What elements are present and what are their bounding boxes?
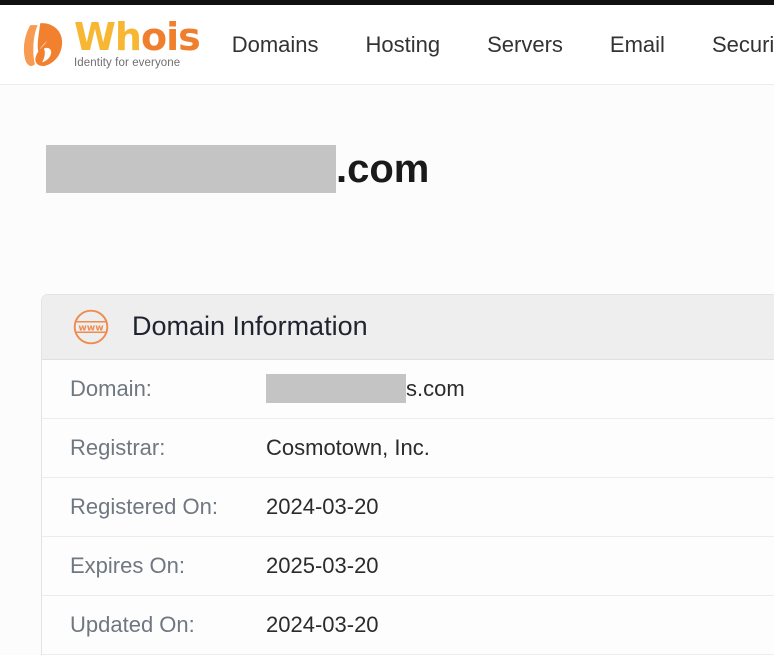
page-title-tld: .com <box>336 146 430 191</box>
nav-item-hosting[interactable]: Hosting <box>366 32 441 58</box>
info-label-registrar: Registrar: <box>70 434 166 460</box>
redacted-domain-name <box>46 144 336 193</box>
card-body: Domain: s.com Registrar: Cosmotown, Inc.… <box>42 359 774 655</box>
info-value-registrar: Cosmotown, Inc. <box>266 434 430 460</box>
nav-item-domains[interactable]: Domains <box>232 32 319 58</box>
card-header: www Domain Information <box>42 294 774 360</box>
info-row-registrar: Registrar: Cosmotown, Inc. <box>42 419 774 478</box>
whois-logo[interactable]: Whois Identity for everyone <box>14 16 201 74</box>
logo-wordmark: Whois <box>74 18 201 56</box>
info-value-registered-on: 2024-03-20 <box>266 493 379 519</box>
www-globe-icon: www <box>68 304 114 350</box>
page-body: .com www Domain Information Domain: s.co… <box>0 111 774 655</box>
info-value-updated-on: 2024-03-20 <box>266 611 379 637</box>
nav-item-security[interactable]: Securit <box>712 32 774 58</box>
card-title: Domain Information <box>132 311 368 342</box>
hand-swoosh-icon <box>14 16 72 74</box>
info-value-domain: s.com <box>266 374 465 404</box>
info-label-registered-on: Registered On: <box>70 493 218 519</box>
nav-item-email[interactable]: Email <box>610 32 665 58</box>
info-row-domain: Domain: s.com <box>42 360 774 419</box>
site-header: Whois Identity for everyone Domains Host… <box>0 5 774 85</box>
page-title: .com <box>0 112 774 204</box>
info-row-updated-on: Updated On: 2024-03-20 <box>42 596 774 655</box>
info-row-registered-on: Registered On: 2024-03-20 <box>42 478 774 537</box>
nav-item-servers[interactable]: Servers <box>487 32 563 58</box>
info-row-expires-on: Expires On: 2025-03-20 <box>42 537 774 596</box>
info-label-updated-on: Updated On: <box>70 611 195 637</box>
logo-tagline: Identity for everyone <box>74 57 181 70</box>
logo-word-part1: Wh <box>74 15 142 60</box>
logo-word-part2: ois <box>140 15 201 60</box>
svg-text:www: www <box>78 323 104 333</box>
info-label-domain: Domain: <box>70 375 152 401</box>
redacted-domain-value <box>266 374 406 404</box>
main-navigation: Domains Hosting Servers Email Securit <box>232 32 774 58</box>
info-value-domain-text: s.com <box>406 375 465 401</box>
domain-information-card: www Domain Information Domain: s.com Reg… <box>41 293 774 655</box>
